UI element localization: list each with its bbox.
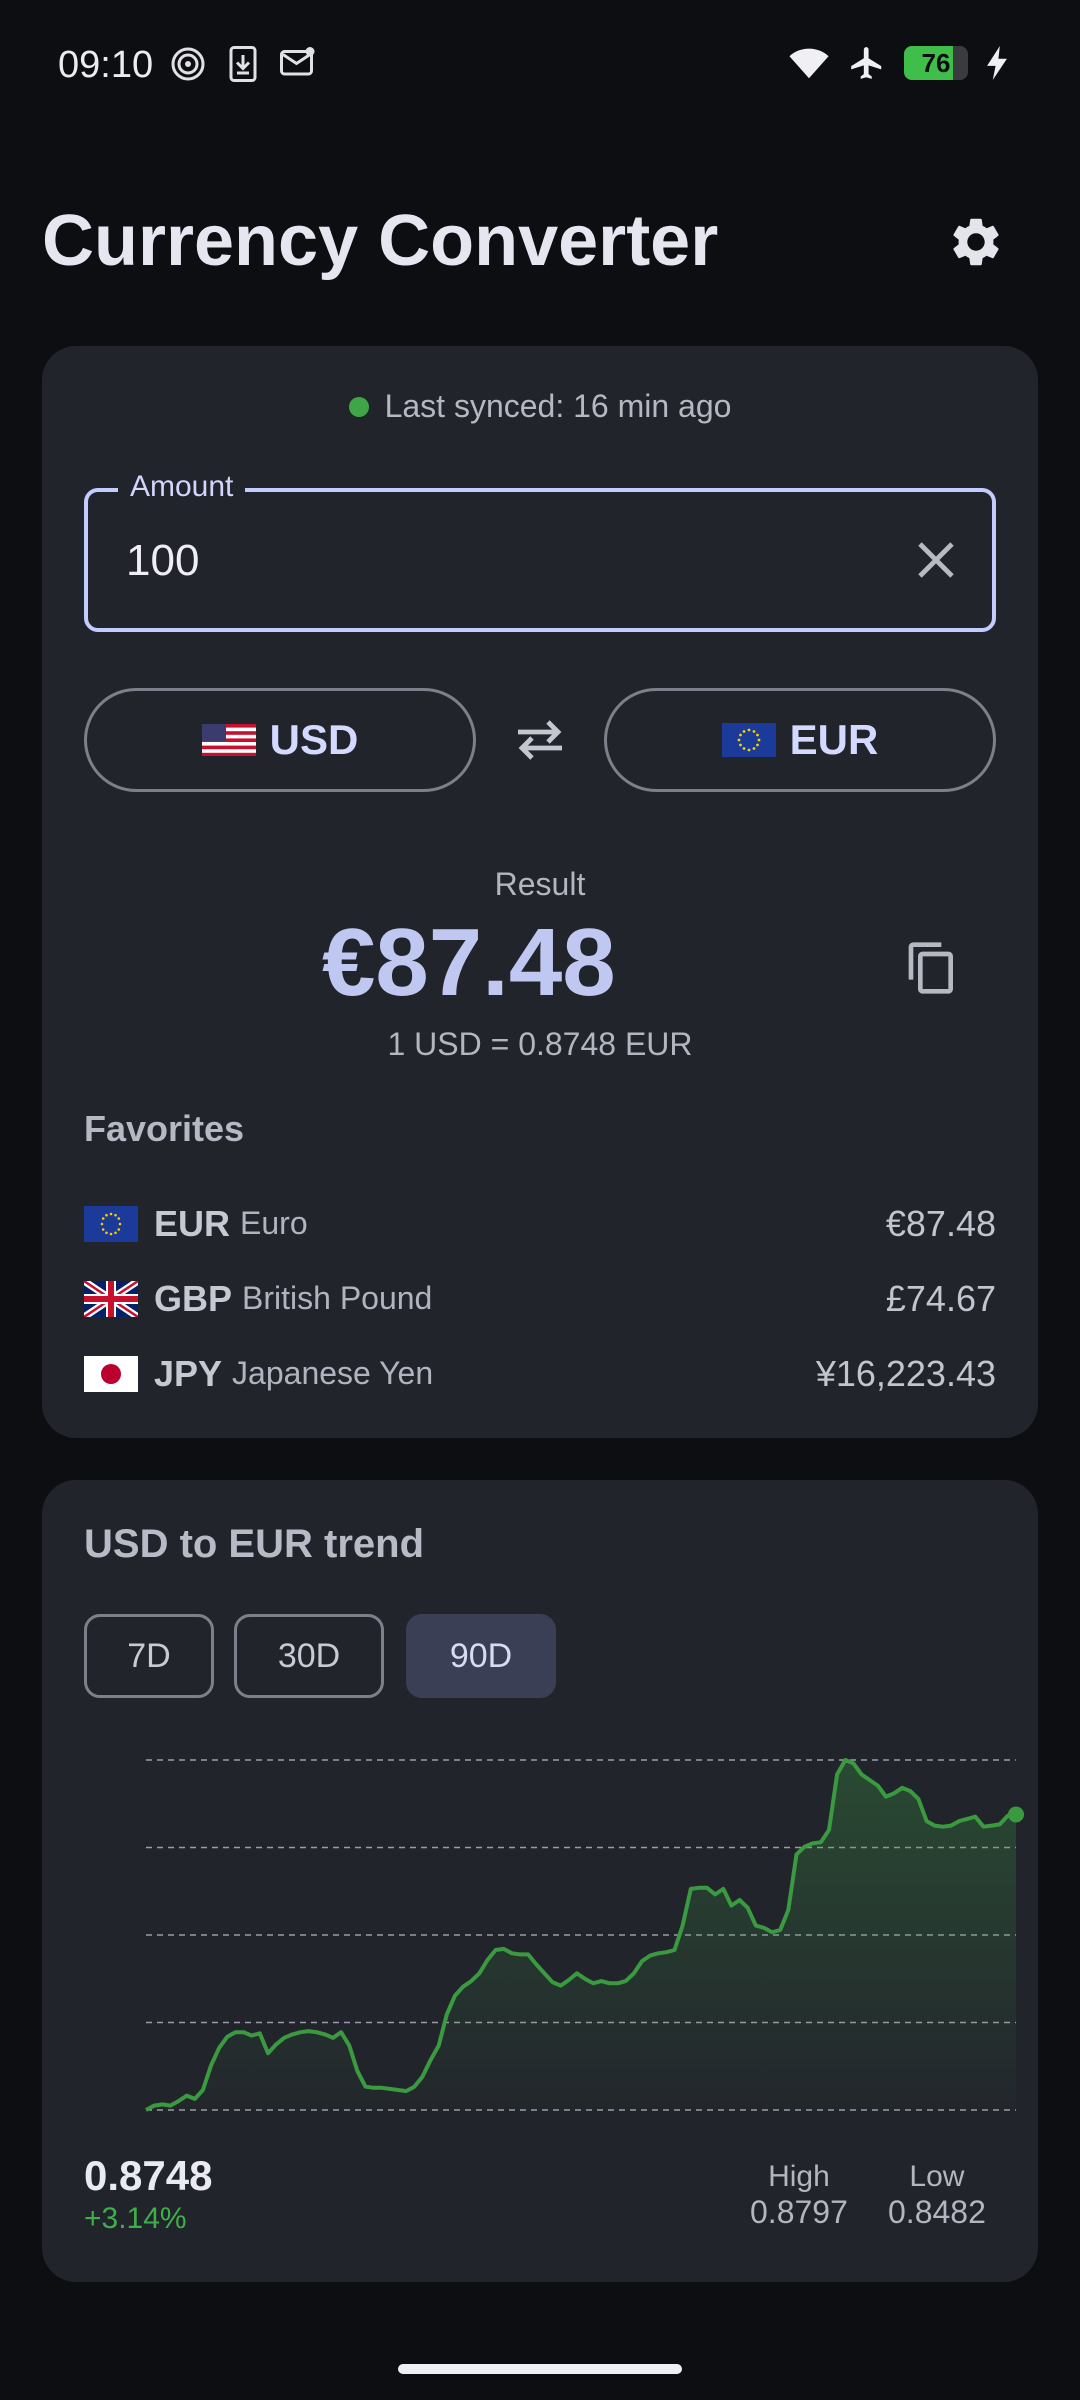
favorite-amount: ¥16,223.43 — [815, 1352, 996, 1394]
to-currency-code: EUR — [789, 716, 879, 763]
high-value: 0.8797 — [750, 2194, 848, 2230]
to-currency-button[interactable]: EUR — [604, 688, 996, 792]
chart-last-point — [1008, 1806, 1024, 1823]
battery-icon: 76 — [904, 46, 968, 80]
converter-card: Last synced: 16 min ago Amount USD — [42, 346, 1038, 1438]
favorite-item-gbp[interactable]: GBP British Pound £74.67 — [84, 1261, 996, 1336]
range-chip-7d[interactable]: 7D — [84, 1614, 214, 1698]
amount-label: Amount — [118, 470, 246, 504]
uk-flag-icon — [84, 1280, 138, 1317]
airplane-mode-icon — [851, 47, 882, 79]
range-chip-30d[interactable]: 30D — [234, 1614, 384, 1698]
amount-field[interactable]: Amount — [84, 470, 996, 632]
rate-change: +3.14% — [84, 2202, 187, 2235]
favorite-item-jpy[interactable]: JPY Japanese Yen ¥16,223.43 — [84, 1336, 996, 1411]
clear-icon[interactable] — [912, 536, 960, 584]
low-stat: Low 0.8482 — [888, 2160, 986, 2231]
from-currency-button[interactable]: USD — [84, 688, 476, 792]
high-label: High — [768, 2160, 830, 2193]
charging-bolt-icon — [987, 46, 1007, 80]
trend-card: USD to EUR trend 7D 30D 90D 0.8748 +3.14… — [42, 1480, 1038, 2282]
favorite-name: British Pound — [242, 1280, 433, 1316]
low-value: 0.8482 — [888, 2194, 986, 2230]
mail-notification-icon — [280, 47, 315, 76]
amount-input[interactable] — [126, 536, 826, 586]
exchange-rate-text: 1 USD = 0.8748 EUR — [387, 1026, 693, 1062]
low-label: Low — [909, 2160, 965, 2193]
gear-icon — [953, 218, 999, 266]
favorites-list: EUR Euro €87.48 GBP British Pound £74.67… — [84, 1186, 996, 1411]
from-currency-code: USD — [269, 716, 359, 763]
favorite-item-eur[interactable]: EUR Euro €87.48 — [84, 1186, 996, 1261]
favorite-code: GBP — [154, 1277, 233, 1319]
wifi-icon — [789, 48, 829, 79]
sync-status-text: Last synced: 16 min ago — [384, 388, 732, 424]
home-indicator[interactable] — [398, 2364, 682, 2374]
download-phone-icon — [229, 46, 257, 82]
sync-status-dot — [348, 396, 369, 417]
settings-button[interactable] — [940, 206, 1012, 278]
favorite-name: Japanese Yen — [232, 1355, 434, 1391]
result-label: Result — [494, 866, 586, 902]
us-flag-icon — [201, 724, 256, 756]
eu-flag-icon — [84, 1205, 138, 1242]
japan-flag-icon — [84, 1355, 138, 1392]
battery-level: 76 — [921, 48, 951, 78]
swap-arrows-icon — [518, 720, 562, 760]
favorite-amount: €87.48 — [885, 1202, 996, 1244]
favorite-code: JPY — [154, 1352, 223, 1394]
page-title: Currency Converter — [42, 201, 719, 281]
status-bar: 09:10 76 — [0, 0, 1080, 130]
trend-title: USD to EUR trend — [84, 1522, 424, 1566]
result-value: €87.48 — [322, 909, 616, 1016]
favorites-title: Favorites — [84, 1108, 245, 1149]
sync-status: Last synced: 16 min ago — [42, 388, 1038, 425]
swap-currencies-button[interactable] — [508, 712, 572, 768]
hotspot-spiral-icon — [171, 47, 205, 81]
high-stat: High 0.8797 — [750, 2160, 848, 2231]
favorite-code: EUR — [154, 1202, 231, 1244]
status-left-icons — [170, 46, 316, 82]
status-time: 09:10 — [58, 44, 154, 86]
favorite-name: Euro — [240, 1205, 308, 1241]
copy-icon[interactable] — [904, 940, 960, 996]
current-rate: 0.8748 — [84, 2152, 213, 2199]
favorite-amount: £74.67 — [885, 1277, 996, 1319]
status-right-icons: 76 — [788, 44, 1008, 82]
range-chip-90d[interactable]: 90D — [406, 1614, 556, 1698]
trend-chart — [145, 1758, 1024, 2112]
eu-flag-icon — [721, 723, 776, 757]
